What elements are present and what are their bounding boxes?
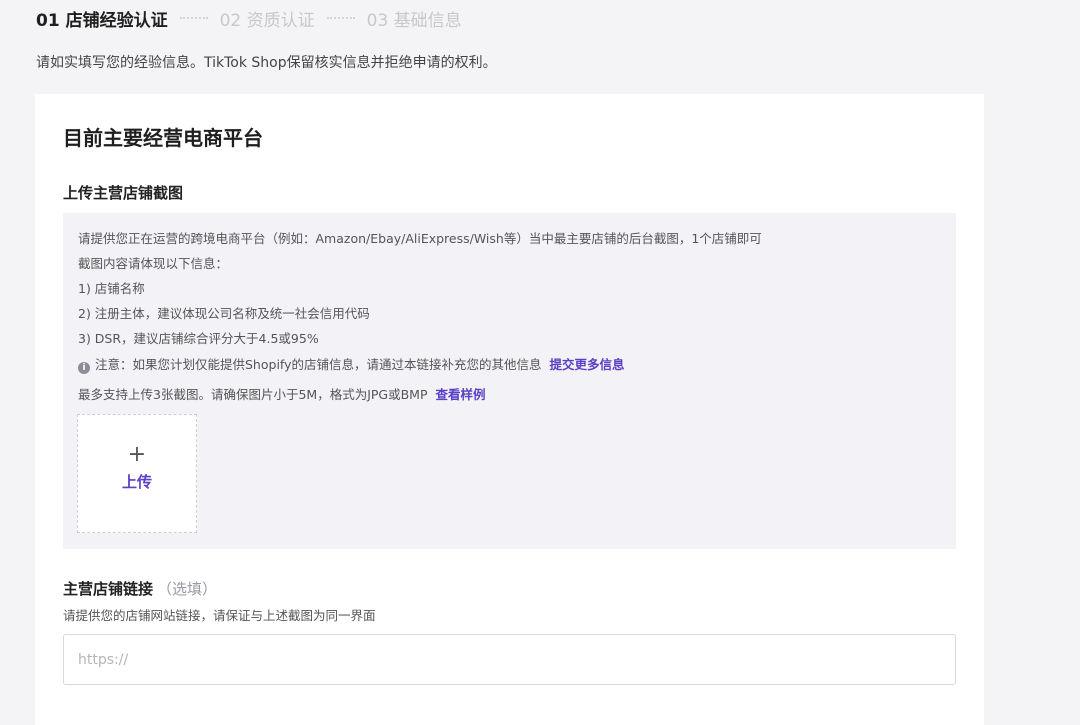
stepper: 01 店铺经验认证 02 资质认证 03 基础信息 [36, 6, 462, 31]
step-divider [326, 17, 355, 19]
store-link-label: 主营店铺链接 [63, 580, 154, 598]
instruction-line: 截图内容请体现以下信息： [78, 256, 229, 271]
note-line: i 注意：如果您计划仅能提供Shopify的店铺信息，请通过本链接补充您的其他信息… [78, 354, 625, 374]
section-title: 目前主要经营电商平台 [63, 126, 263, 150]
step-1: 01 店铺经验认证 [36, 10, 168, 31]
optional-tag: （选填） [157, 580, 218, 598]
plus-icon: + [127, 442, 147, 467]
upload-label: 上传 [121, 473, 152, 491]
limit-line: 最多支持上传3张截图。请确保图片小于5M，格式为JPG或BMP 查看样例 [78, 384, 486, 403]
store-link-desc: 请提供您的店铺网站链接，请保证与上述截图为同一界面 [63, 608, 376, 623]
info-icon: i [78, 362, 90, 374]
instruction-line: 请提供您正在运营的跨境电商平台（例如：Amazon/Ebay/AliExpres… [78, 231, 762, 246]
note-text: 注意：如果您计划仅能提供Shopify的店铺信息，请通过本链接补充您的其他信息 [95, 357, 542, 372]
step-2: 02 资质认证 [219, 10, 315, 31]
submit-more-info-link[interactable]: 提交更多信息 [550, 357, 625, 372]
upload-info-box: 请提供您正在运营的跨境电商平台（例如：Amazon/Ebay/AliExpres… [63, 213, 956, 549]
upload-title: 上传主营店铺截图 [63, 184, 184, 202]
instruction-line: 3) DSR，建议店铺综合评分大于4.5或95% [78, 331, 319, 346]
store-url-input[interactable] [63, 634, 956, 685]
view-sample-link[interactable]: 查看样例 [436, 387, 486, 402]
upload-button[interactable]: + 上传 [77, 414, 197, 533]
instruction-line: 1) 店铺名称 [78, 281, 145, 296]
step-3: 03 基础信息 [366, 10, 462, 31]
store-link-title: 主营店铺链接 （选填） [63, 578, 217, 599]
intro-text: 请如实填写您的经验信息。TikTok Shop保留核实信息并拒绝申请的权利。 [36, 55, 497, 71]
limit-text: 最多支持上传3张截图。请确保图片小于5M，格式为JPG或BMP [78, 387, 428, 402]
step-divider [179, 17, 208, 19]
form-card: 目前主要经营电商平台 上传主营店铺截图 请提供您正在运营的跨境电商平台（例如：A… [35, 94, 984, 725]
instruction-line: 2) 注册主体，建议体现公司名称及统一社会信用代码 [78, 306, 370, 321]
